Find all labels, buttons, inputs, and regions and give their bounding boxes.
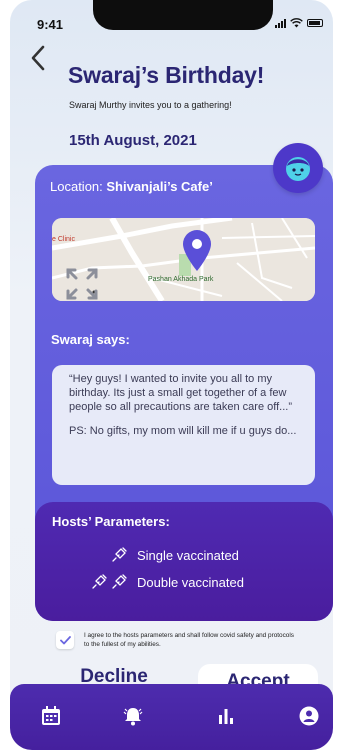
status-time: 9:41 (37, 17, 64, 32)
location-name: Shivanjali’s Cafe’ (106, 179, 213, 194)
calendar-icon[interactable] (40, 705, 62, 727)
location-map[interactable]: e Clinic Pashan Akhada Park (52, 218, 315, 301)
event-details-card: Location: Shivanjali’s Cafe’ e Clinic Pa… (35, 165, 333, 621)
event-date: 15th August, 2021 (69, 132, 197, 149)
bar-chart-icon[interactable] (215, 705, 237, 727)
signal-icon (275, 18, 286, 28)
hosts-parameters-title: Hosts’ Parameters: (52, 514, 170, 529)
bell-icon[interactable] (122, 705, 144, 727)
parameter-label: Double vaccinated (137, 574, 244, 590)
event-subtitle: Swaraj Murthy invites you to a gathering… (69, 100, 232, 110)
syringe-icon (112, 574, 127, 589)
phone-screen: 9:41 Swaraj’s Birthday! Swaraj Murthy in… (10, 0, 333, 750)
bottom-tab-bar (10, 684, 333, 750)
status-icons (275, 18, 323, 28)
battery-icon (307, 19, 323, 27)
expand-map-icon[interactable] (65, 267, 99, 301)
avatar-face-icon (286, 157, 310, 181)
agreement-checkbox[interactable] (56, 631, 74, 649)
host-message-ps: PS: No gifts, my mom will kill me if u g… (69, 425, 297, 437)
map-label-park: Pashan Akhada Park (148, 276, 214, 283)
wifi-icon (290, 18, 303, 28)
profile-icon[interactable] (298, 705, 320, 727)
host-avatar-button[interactable] (273, 143, 323, 193)
location-line: Location: Shivanjali’s Cafe’ (50, 179, 213, 194)
checkmark-icon (59, 635, 71, 644)
host-message-box: “Hey guys! I wanted to invite you all to… (52, 365, 315, 485)
event-title: Swaraj’s Birthday! (68, 62, 265, 88)
agreement-text: I agree to the hosts parameters and shal… (84, 632, 294, 648)
location-label: Location: (50, 179, 107, 194)
device-notch (93, 0, 273, 30)
map-pin-icon (183, 230, 211, 271)
back-chevron-icon[interactable] (28, 44, 48, 72)
syringe-icon (112, 547, 127, 562)
host-message-text: “Hey guys! I wanted to invite you all to… (69, 373, 292, 413)
agreement-row: I agree to the hosts parameters and shal… (56, 631, 294, 649)
syringe-icon (92, 574, 107, 589)
map-label-clinic: e Clinic (52, 236, 75, 243)
hosts-parameters-panel: Hosts’ Parameters: Single vaccinated Dou… (35, 502, 333, 621)
parameter-single-vaccinated: Single vaccinated (35, 547, 239, 563)
parameter-double-vaccinated: Double vaccinated (35, 574, 244, 590)
host-message-heading: Swaraj says: (51, 332, 130, 347)
parameter-label: Single vaccinated (137, 547, 239, 563)
